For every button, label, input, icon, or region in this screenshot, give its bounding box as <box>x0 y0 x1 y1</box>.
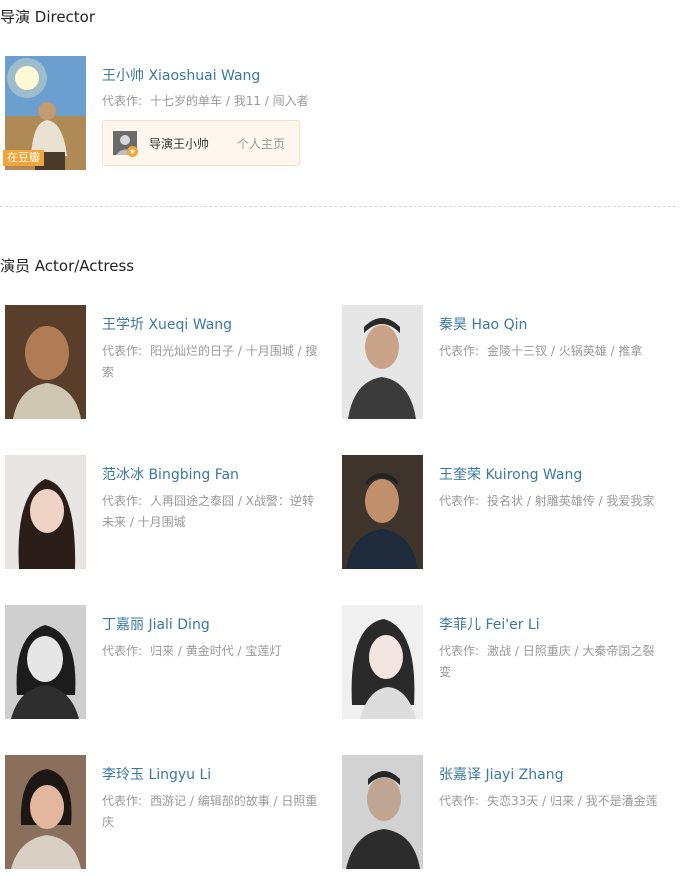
actor-name-link[interactable]: 丁嘉丽 Jiali Ding <box>102 614 210 634</box>
works-line-1: 阳光灿烂的日子 / 十月围城 / 搜 <box>150 344 318 358</box>
actor-photo[interactable] <box>5 305 86 419</box>
works-line-1: 激战 / 日照重庆 / 大秦帝国之裂 <box>487 644 655 658</box>
actor-works: 代表作: 失恋33天 / 归来 / 我不是潘金莲 <box>439 791 679 812</box>
actor-works: 代表作: 阳光灿烂的日子 / 十月围城 / 搜 索 <box>102 341 338 383</box>
director-name-link[interactable]: 王小帅 Xiaoshuai Wang <box>102 65 260 85</box>
works-line-2: 索 <box>102 365 115 379</box>
works-line-2: 未来 / 十月围城 <box>102 515 186 529</box>
actor-photo[interactable] <box>342 305 423 419</box>
actor-name-link[interactable]: 秦昊 Hao Qin <box>439 314 527 334</box>
works-label: 代表作: <box>102 94 143 108</box>
director-profile-card[interactable]: ★ 导演王小帅 个人主页 <box>102 120 300 166</box>
actor-works: 代表作: 归来 / 黄金时代 / 宝莲灯 <box>102 641 338 662</box>
director-works: 代表作: 十七岁的单车 / 我11 / 闯入者 <box>102 91 342 112</box>
works-label: 代表作: <box>439 644 480 658</box>
actor-name-link[interactable]: 李玲玉 Lingyu Li <box>102 764 211 784</box>
profile-name-link[interactable]: 导演王小帅 <box>149 135 209 152</box>
works-line-1: 金陵十三钗 / 火锅英雄 / 推拿 <box>487 344 643 358</box>
director-section-title: 导演 Director <box>0 8 96 26</box>
actor-name-link[interactable]: 范冰冰 Bingbing Fan <box>102 464 239 484</box>
works-label: 代表作: <box>102 794 143 808</box>
actor-name-link[interactable]: 张嘉译 Jiayi Zhang <box>439 764 563 784</box>
actor-name-link[interactable]: 王学圻 Xueqi Wang <box>102 314 232 334</box>
works-text: 十七岁的单车 / 我11 / 闯入者 <box>150 94 309 108</box>
actor-name-link[interactable]: 李菲儿 Fei'er Li <box>439 614 540 634</box>
actor-photo[interactable] <box>342 605 423 719</box>
actor-works: 代表作: 投名状 / 射雕英雄传 / 我爱我家 <box>439 491 679 512</box>
works-line-1: 投名状 / 射雕英雄传 / 我爱我家 <box>487 494 655 508</box>
works-label: 代表作: <box>102 644 143 658</box>
actor-photo[interactable] <box>5 455 86 569</box>
works-label: 代表作: <box>439 344 480 358</box>
actor-works: 代表作: 西游记 / 编辑部的故事 / 日照重 庆 <box>102 791 338 833</box>
works-label: 代表作: <box>102 494 143 508</box>
works-line-2: 变 <box>439 665 452 679</box>
actor-works: 代表作: 人再囧途之泰囧 / X战警：逆转 未来 / 十月围城 <box>102 491 338 533</box>
works-line-2: 庆 <box>102 815 115 829</box>
works-line-1: 人再囧途之泰囧 / X战警：逆转 <box>150 494 314 508</box>
works-line-1: 归来 / 黄金时代 / 宝莲灯 <box>150 644 282 658</box>
section-divider <box>0 206 676 207</box>
actor-photo[interactable] <box>342 755 423 869</box>
actor-photo[interactable] <box>342 455 423 569</box>
actor-photo[interactable] <box>5 755 86 869</box>
actor-works: 代表作: 金陵十三钗 / 火锅英雄 / 推拿 <box>439 341 679 362</box>
actor-name-link[interactable]: 王奎荣 Kuirong Wang <box>439 464 582 484</box>
profile-homepage-link[interactable]: 个人主页 <box>237 135 285 152</box>
actor-photo[interactable] <box>5 605 86 719</box>
works-line-1: 西游记 / 编辑部的故事 / 日照重 <box>150 794 318 808</box>
actor-section-title: 演员 Actor/Actress <box>0 257 135 275</box>
works-line-1: 失恋33天 / 归来 / 我不是潘金莲 <box>487 794 658 808</box>
works-label: 代表作: <box>439 794 480 808</box>
actor-works: 代表作: 激战 / 日照重庆 / 大秦帝国之裂 变 <box>439 641 679 683</box>
star-icon: ★ <box>127 146 138 157</box>
works-label: 代表作: <box>439 494 480 508</box>
on-douban-badge: 在豆瓣 <box>3 150 44 166</box>
works-label: 代表作: <box>102 344 143 358</box>
